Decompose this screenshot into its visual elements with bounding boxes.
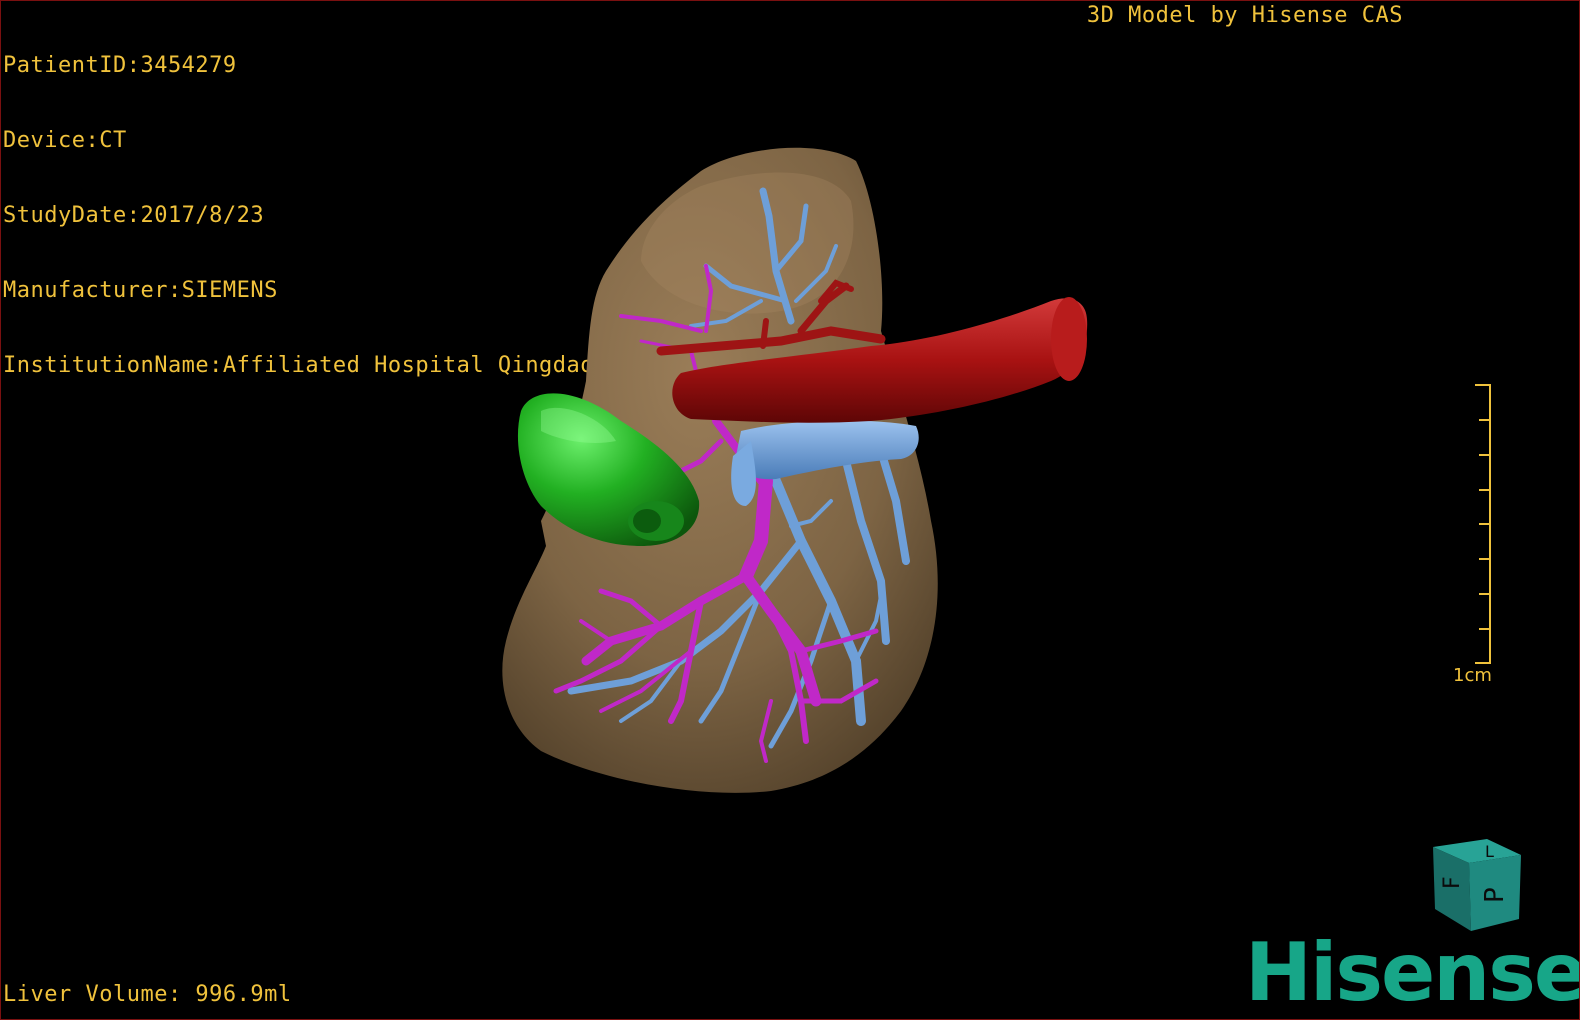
cube-face-f: F	[1440, 876, 1465, 889]
scale-bar	[1475, 384, 1491, 664]
liver-3d-model[interactable]	[1, 1, 1580, 1020]
cube-face-l: L	[1485, 842, 1494, 861]
hisense-logo: Hisense	[1245, 926, 1580, 1019]
orientation-cube-icon[interactable]: F L P	[1429, 833, 1529, 937]
cube-face-p: P	[1480, 887, 1510, 903]
gallbladder-neck-inner	[633, 509, 661, 533]
vena-cava-end	[1051, 297, 1087, 381]
liver-volume-text: Liver Volume: 996.9ml	[3, 982, 292, 1007]
scale-bar-label: 1cm	[1453, 665, 1492, 686]
3d-viewport[interactable]: PatientID:3454279 Device:CT StudyDate:20…	[0, 0, 1580, 1020]
